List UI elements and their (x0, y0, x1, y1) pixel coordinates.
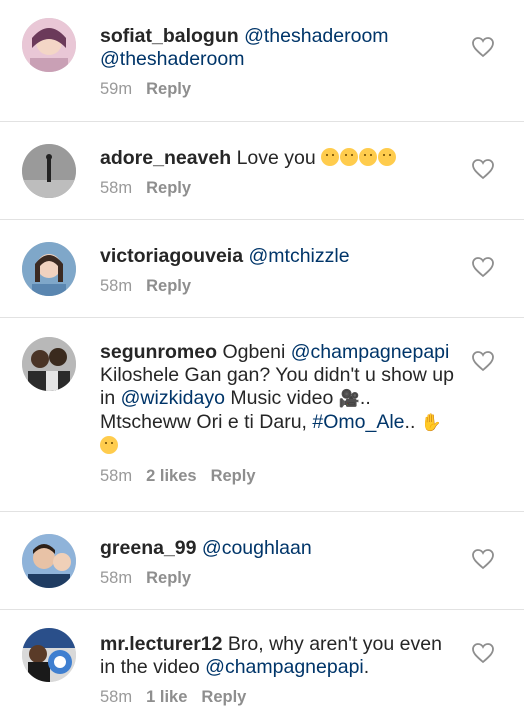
mention-link[interactable]: @mtchizzle (248, 245, 349, 267)
like-heart-icon[interactable] (471, 548, 495, 570)
like-heart-icon[interactable] (471, 158, 495, 180)
timestamp: 58m (100, 688, 133, 706)
likes-count[interactable]: 2 likes (146, 467, 196, 485)
timestamp: 58m (100, 179, 133, 197)
comment-text: segunromeo Ogbeni @champagnepapi Kiloshe… (100, 341, 460, 458)
avatar[interactable] (22, 534, 76, 588)
avatar[interactable] (22, 18, 76, 72)
comment-item: mr.lecturer12 Bro, why aren't you even i… (0, 610, 524, 720)
comment-content: .. (404, 411, 416, 433)
comment-text: victoriagouveia @mtchizzle (100, 245, 460, 268)
timestamp: 58m (100, 467, 133, 485)
kiss-face-emoji-icon (378, 148, 397, 166)
mention-link[interactable]: @champagnepapi (205, 656, 364, 678)
comment-meta: 58m Reply (100, 277, 460, 296)
comment-item: sofiat_balogun @theshaderoom @theshadero… (0, 0, 524, 122)
reply-button[interactable]: Reply (146, 80, 191, 98)
comment-content: Love you (236, 147, 316, 169)
comment-meta: 58m Reply (100, 569, 460, 588)
username[interactable]: victoriagouveia (100, 245, 243, 267)
comment-meta: 58m Reply (100, 179, 460, 198)
timestamp: 58m (100, 569, 133, 587)
username[interactable]: segunromeo (100, 341, 217, 363)
comment-text: adore_neaveh Love you (100, 147, 460, 170)
like-heart-icon[interactable] (471, 256, 495, 278)
comment-item: greena_99 @coughlaan 58m Reply (0, 512, 524, 610)
avatar[interactable] (22, 242, 76, 296)
kiss-face-emoji-icon (359, 148, 378, 166)
kiss-face-emoji-icon (340, 148, 359, 166)
reply-button[interactable]: Reply (201, 688, 246, 706)
comment-meta: 59m Reply (100, 80, 460, 99)
username[interactable]: greena_99 (100, 537, 196, 559)
username[interactable]: adore_neaveh (100, 147, 231, 169)
video-camera-icon: 🎥 (338, 389, 360, 409)
comment-content: Mtscheww Ori e ti Daru, (100, 411, 307, 433)
avatar[interactable] (22, 628, 76, 682)
mention-link[interactable]: @theshaderoom (244, 25, 388, 47)
raised-hand-icon: ✋ (420, 413, 442, 433)
comment-content: .. (359, 387, 371, 409)
comment-body: sofiat_balogun @theshaderoom @theshadero… (100, 25, 460, 99)
comment-text: sofiat_balogun @theshaderoom @theshadero… (100, 25, 460, 71)
comment-content: . (363, 656, 370, 678)
mention-link[interactable]: @wizkidayo (121, 387, 225, 409)
flushed-face-emoji-icon (321, 148, 340, 166)
timestamp: 58m (100, 277, 133, 295)
comment-body: mr.lecturer12 Bro, why aren't you even i… (100, 633, 460, 707)
comment-meta: 58m 2 likes Reply (100, 467, 460, 486)
comment-item: segunromeo Ogbeni @champagnepapi Kiloshe… (0, 318, 524, 512)
timestamp: 59m (100, 80, 133, 98)
avatar[interactable] (22, 144, 76, 198)
laughing-face-emoji-icon (100, 436, 118, 454)
reply-button[interactable]: Reply (211, 467, 256, 485)
mention-link[interactable]: @coughlaan (202, 537, 312, 559)
mention-link[interactable]: @theshaderoom (100, 48, 244, 70)
comment-body: victoriagouveia @mtchizzle 58m Reply (100, 245, 460, 296)
comment-body: adore_neaveh Love you 58m Reply (100, 147, 460, 198)
mention-link[interactable]: @champagnepapi (291, 341, 450, 363)
comment-content: Music video (230, 387, 334, 409)
comment-body: greena_99 @coughlaan 58m Reply (100, 537, 460, 588)
comment-item: victoriagouveia @mtchizzle 58m Reply (0, 220, 524, 318)
like-heart-icon[interactable] (471, 642, 495, 664)
likes-count[interactable]: 1 like (146, 688, 187, 706)
reply-button[interactable]: Reply (146, 277, 191, 295)
like-heart-icon[interactable] (471, 36, 495, 58)
avatar[interactable] (22, 337, 76, 391)
username[interactable]: sofiat_balogun (100, 25, 239, 47)
comment-content: Ogbeni (222, 341, 286, 363)
comment-text: greena_99 @coughlaan (100, 537, 460, 560)
comment-text: mr.lecturer12 Bro, why aren't you even i… (100, 633, 460, 679)
comment-body: segunromeo Ogbeni @champagnepapi Kiloshe… (100, 341, 460, 486)
reply-button[interactable]: Reply (146, 569, 191, 587)
hashtag-link[interactable]: #Omo_Ale (312, 411, 404, 433)
comment-meta: 58m 1 like Reply (100, 688, 460, 707)
comment-item: adore_neaveh Love you 58m Reply (0, 122, 524, 220)
like-heart-icon[interactable] (471, 350, 495, 372)
username[interactable]: mr.lecturer12 (100, 633, 223, 655)
reply-button[interactable]: Reply (146, 179, 191, 197)
